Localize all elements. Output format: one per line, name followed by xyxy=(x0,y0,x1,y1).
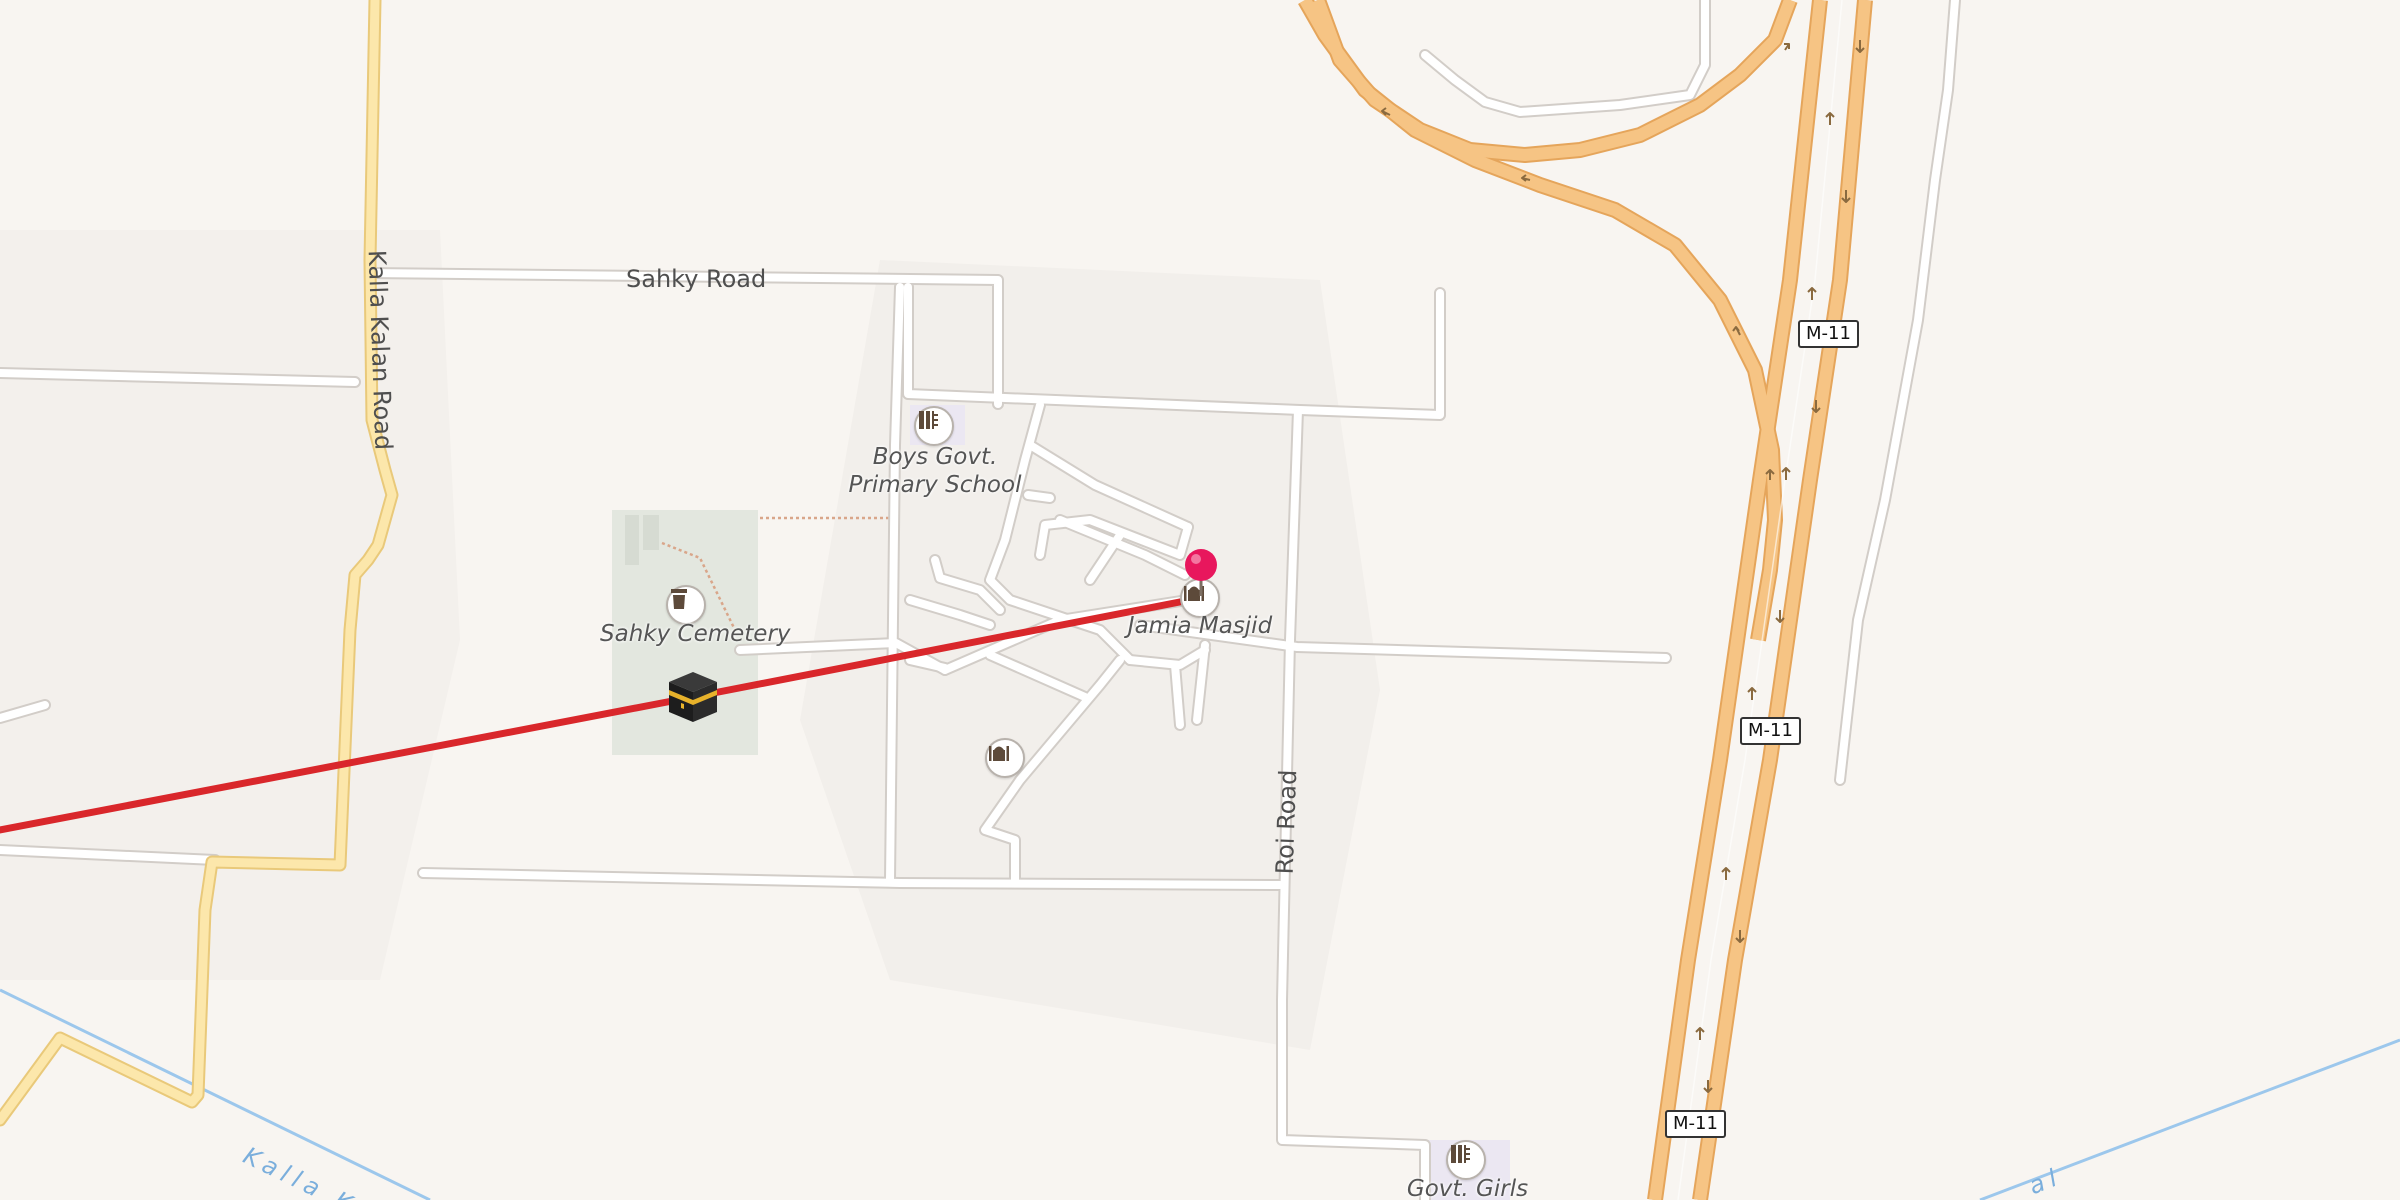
school-icon[interactable] xyxy=(914,406,954,446)
kaaba-glyph xyxy=(669,672,717,722)
road-label-roi: Roi Road xyxy=(1270,769,1303,875)
cemetery-icon[interactable] xyxy=(666,585,706,625)
mosque-icon[interactable] xyxy=(985,738,1025,778)
school-glyph xyxy=(919,411,938,429)
road-label-sahky: Sahky Road xyxy=(626,265,767,293)
poi-label-cemetery: Sahky Cemetery xyxy=(600,621,791,647)
motorway xyxy=(1298,0,1873,1200)
pin-glyph xyxy=(1185,549,1217,596)
poi-label-jamia-masjid: Jamia Masjid xyxy=(1127,613,1273,639)
motorway-shield-m11: M-11 xyxy=(1798,320,1859,348)
kaaba-icon[interactable] xyxy=(665,668,721,724)
mosque-glyph xyxy=(989,746,1009,761)
location-pin-icon[interactable] xyxy=(1182,548,1220,598)
school-icon[interactable] xyxy=(1446,1140,1486,1180)
poi-label-govt-girls: Govt. Girls xyxy=(1406,1176,1529,1200)
school-glyph xyxy=(1451,1145,1470,1163)
motorway-shield-m11: M-11 xyxy=(1665,1110,1726,1138)
cemetery-glyph xyxy=(671,589,687,609)
poi-label-boys-school: Boys Govt. Primary School xyxy=(848,444,1022,498)
motorway-shield-m11: M-11 xyxy=(1740,717,1801,745)
map-canvas[interactable]: Sahky Road Kalla Kalan Road Roi Road M-1… xyxy=(0,0,2400,1200)
